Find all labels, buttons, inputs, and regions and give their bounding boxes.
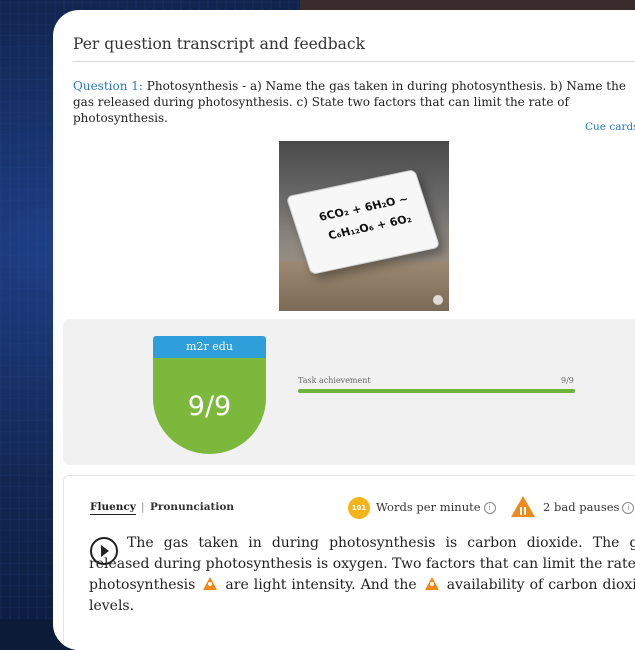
cue-card: 6CO₂ + 6H₂O ~ C₆H₁₂O₆ + 6O₂	[285, 169, 441, 275]
transcript: The gas taken in during photosynthesis i…	[89, 533, 635, 617]
brand-label: m2r edu	[153, 336, 266, 358]
task-achievement-score: 9/9	[561, 376, 574, 385]
pause-warning-icon[interactable]	[424, 577, 439, 590]
tab-pronunciation[interactable]: Pronunciation	[150, 501, 234, 513]
task-achievement-label: Task achievement	[298, 376, 371, 385]
tab-fluency[interactable]: Fluency	[90, 501, 136, 515]
title-divider	[73, 61, 635, 62]
pause-warning-icon[interactable]	[203, 577, 218, 590]
feedback-card: Per question transcript and feedback Que…	[53, 10, 635, 650]
question-text: Question 1: Photosynthesis - a) Name the…	[73, 78, 635, 126]
question-label: Question 1:	[73, 79, 143, 93]
card-title: Per question transcript and feedback	[73, 35, 365, 53]
tab-separator: |	[141, 501, 145, 513]
words-per-minute: Words per minute i	[376, 500, 496, 514]
task-achievement-fill	[298, 389, 575, 393]
transcript-part-2: are light intensity. And the	[225, 577, 417, 593]
table-surface	[279, 261, 449, 311]
cue-card-image[interactable]: 6CO₂ + 6H₂O ~ C₆H₁₂O₆ + 6O₂	[279, 141, 449, 311]
bad-pauses-text: 2 bad pauses	[543, 500, 620, 514]
bad-pauses: 2 bad pauses i	[543, 500, 635, 514]
question-body: Photosynthesis - a) Name the gas taken i…	[73, 79, 626, 125]
task-achievement-bar	[298, 389, 575, 393]
wpm-label-text: Words per minute	[376, 500, 481, 514]
info-icon[interactable]: i	[622, 502, 635, 514]
info-icon[interactable]: i	[483, 502, 496, 514]
speed-badge-icon: 101	[348, 497, 370, 519]
pause-glyph	[519, 507, 527, 515]
cue-cards-link[interactable]: Cue cards	[585, 121, 635, 133]
zoom-icon[interactable]	[433, 295, 443, 305]
